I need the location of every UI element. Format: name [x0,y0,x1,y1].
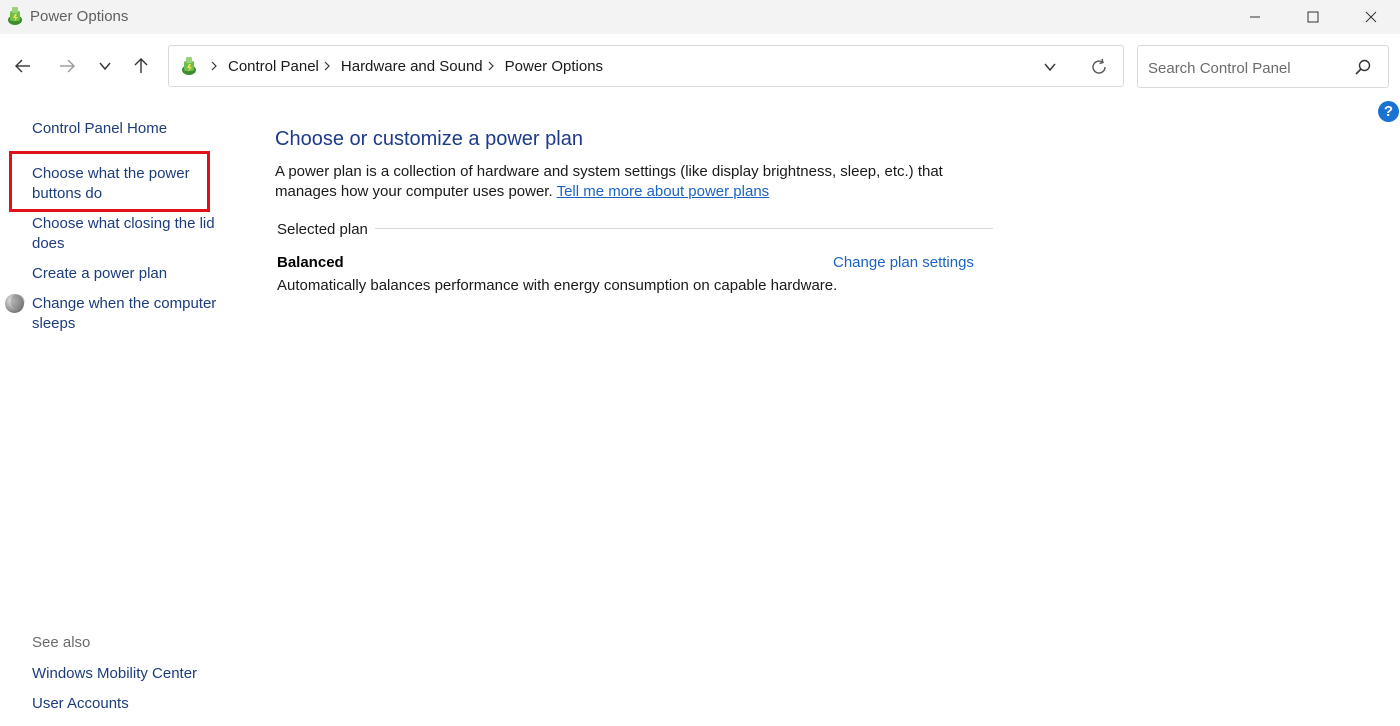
page-title: Choose or customize a power plan [275,128,583,150]
section-divider [375,228,993,229]
breadcrumb: Control Panel Hardware and Sound Power O… [206,46,603,86]
plan-description: Automatically balances performance with … [277,277,838,294]
maximize-icon [1307,11,1319,23]
arrow-up-icon [134,58,148,73]
close-icon [1365,11,1377,23]
power-options-icon [182,57,196,75]
address-history-button[interactable] [1037,54,1063,80]
search-box[interactable] [1137,45,1389,88]
maximize-button[interactable] [1284,0,1342,34]
breadcrumb-hardware-and-sound[interactable]: Hardware and Sound [341,58,483,75]
chevron-right-icon[interactable] [487,61,495,71]
refresh-button[interactable] [1086,54,1112,80]
title-bar: Power Options [0,0,1400,34]
help-button[interactable]: ? [1378,101,1399,122]
search-icon[interactable] [1354,58,1372,76]
address-bar[interactable]: Control Panel Hardware and Sound Power O… [168,45,1124,87]
forward-button[interactable] [51,50,83,82]
change-plan-settings-link[interactable]: Change plan settings [833,254,974,271]
sidebar-item-power-buttons[interactable]: Choose what the power buttons do [32,164,204,204]
sidebar-item-create-power-plan[interactable]: Create a power plan [32,264,167,284]
back-button[interactable] [7,50,39,82]
recent-locations-button[interactable] [89,50,121,82]
see-also-heading: See also [32,634,91,651]
chevron-right-icon[interactable] [323,61,331,71]
minimize-icon [1250,16,1260,18]
search-input[interactable] [1146,55,1350,81]
breadcrumb-control-panel[interactable]: Control Panel [228,58,319,75]
arrow-right-icon [60,59,75,73]
plan-name: Balanced [277,254,344,271]
page-description: A power plan is a collection of hardware… [275,162,975,202]
learn-more-link[interactable]: Tell me more about power plans [557,183,770,200]
chevron-right-icon[interactable] [210,61,218,71]
chevron-down-icon [1044,63,1056,72]
arrow-left-icon [15,59,30,73]
sidebar-item-mobility-center[interactable]: Windows Mobility Center [32,664,197,684]
sidebar-item-computer-sleeps[interactable]: Change when the computer sleeps [32,294,224,334]
window-title: Power Options [30,8,129,25]
close-button[interactable] [1342,0,1400,34]
up-button[interactable] [125,50,157,82]
moon-icon [5,294,25,313]
chevron-down-icon [99,62,111,71]
selected-plan-label: Selected plan [277,221,368,238]
sidebar-item-user-accounts[interactable]: User Accounts [32,694,129,714]
breadcrumb-power-options[interactable]: Power Options [505,58,603,75]
minimize-button[interactable] [1226,0,1284,34]
sidebar-item-control-panel-home[interactable]: Control Panel Home [32,119,167,139]
power-options-icon [8,7,22,25]
refresh-icon [1092,58,1106,74]
sidebar-item-closing-lid[interactable]: Choose what closing the lid does [32,214,222,254]
